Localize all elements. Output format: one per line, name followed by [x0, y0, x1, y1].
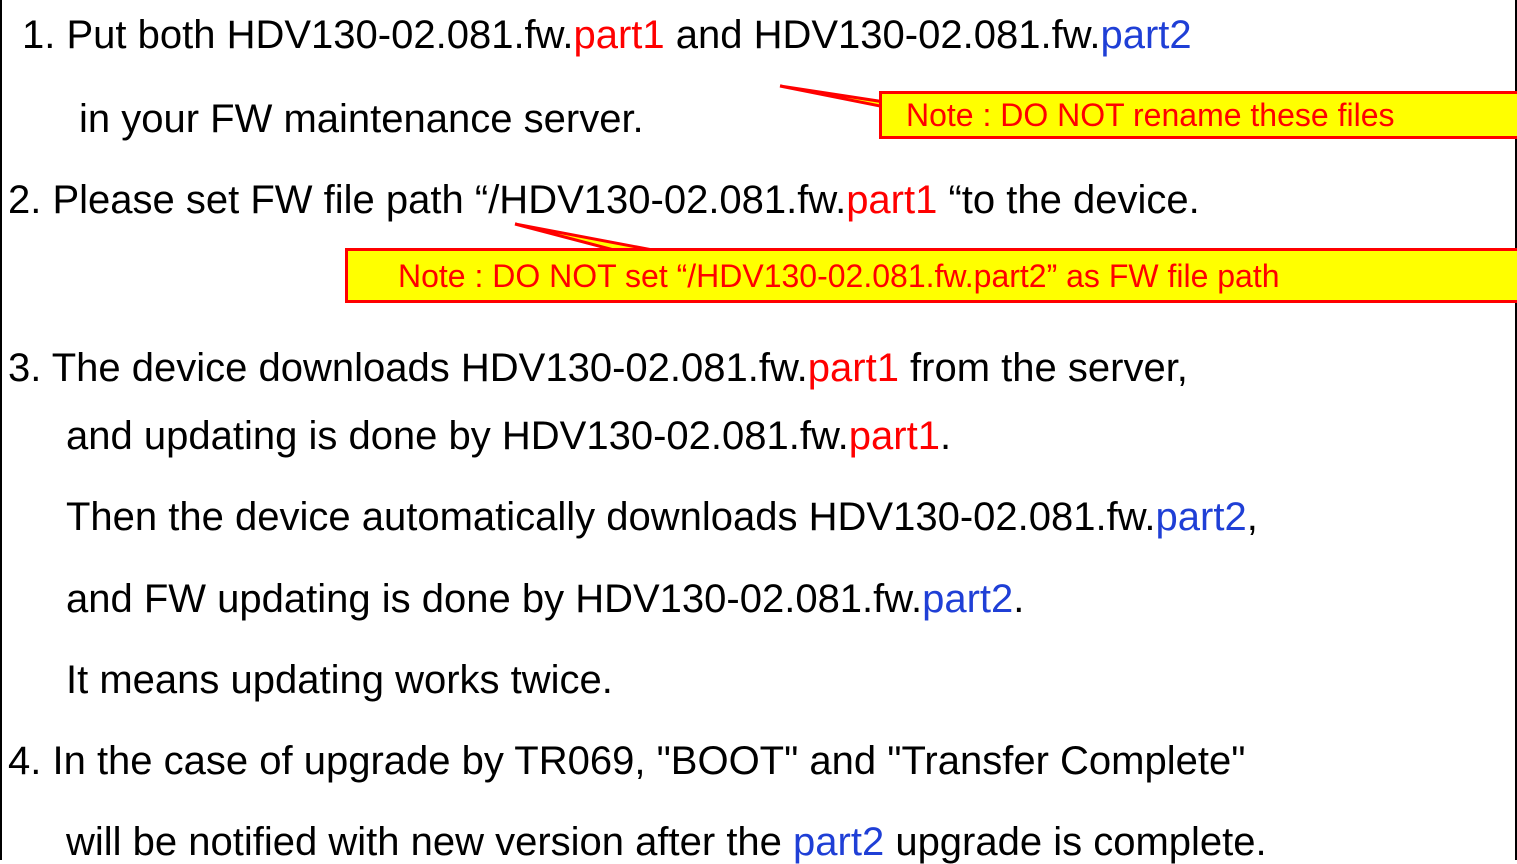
step-3-line-4-end: .: [1013, 577, 1025, 621]
step-3-line-1: 3. The device downloads HDV130-02.081.fw…: [8, 348, 1188, 388]
step-3-line-2-text: and updating is done by HDV130-02.081.fw…: [66, 414, 849, 458]
part2-highlight: part2: [922, 577, 1014, 621]
step-1-text: 1. Put both HDV130-02.081.fw.: [22, 13, 574, 57]
step-3-line-3-text: Then the device automatically downloads …: [66, 495, 1156, 539]
note-2-callout: Note : DO NOT set “/HDV130-02.081.fw.par…: [345, 248, 1517, 303]
part1-highlight: part1: [573, 13, 665, 57]
step-2-text-end: “to the device.: [937, 178, 1200, 222]
step-3-line-2: and updating is done by HDV130-02.081.fw…: [66, 416, 951, 456]
part2-highlight: part2: [1155, 495, 1247, 539]
step-4-line-2-end: upgrade is complete.: [884, 820, 1267, 864]
step-2-line-1: 2. Please set FW file path “/HDV130-02.0…: [8, 180, 1200, 220]
note-2-text: Note : DO NOT set “/HDV130-02.081.fw.par…: [398, 258, 1280, 294]
step-3-line-4-text: and FW updating is done by HDV130-02.081…: [66, 577, 923, 621]
step-3-text: 3. The device downloads HDV130-02.081.fw…: [8, 346, 808, 390]
step-4-line-1: 4. In the case of upgrade by TR069, "BOO…: [8, 739, 1246, 783]
part2-highlight: part2: [793, 820, 885, 864]
step-1-line-1: 1. Put both HDV130-02.081.fw.part1 and H…: [22, 15, 1192, 55]
part1-highlight: part1: [846, 178, 938, 222]
note-1-text: Note : DO NOT rename these files: [906, 97, 1395, 133]
step-3-line-3-end: ,: [1246, 495, 1258, 539]
part1-highlight: part1: [848, 414, 940, 458]
part2-highlight: part2: [1100, 13, 1192, 57]
step-1-text-mid: and HDV130-02.081.fw.: [664, 13, 1101, 57]
step-4-line-2: will be notified with new version after …: [66, 822, 1267, 862]
step-4-line-2-text: will be notified with new version after …: [66, 820, 794, 864]
step-3-text-end: from the server,: [898, 346, 1188, 390]
part1-highlight: part1: [807, 346, 899, 390]
step-3-line-5: It means updating works twice.: [66, 658, 613, 702]
step-3-line-3: Then the device automatically downloads …: [66, 497, 1258, 537]
step-2-text: 2. Please set FW file path “/HDV130-02.0…: [8, 178, 847, 222]
step-3-line-4: and FW updating is done by HDV130-02.081…: [66, 579, 1024, 619]
step-1-line-2: in your FW maintenance server.: [79, 97, 644, 141]
note-1-callout: Note : DO NOT rename these files: [879, 91, 1517, 139]
step-3-line-2-end: .: [939, 414, 952, 458]
